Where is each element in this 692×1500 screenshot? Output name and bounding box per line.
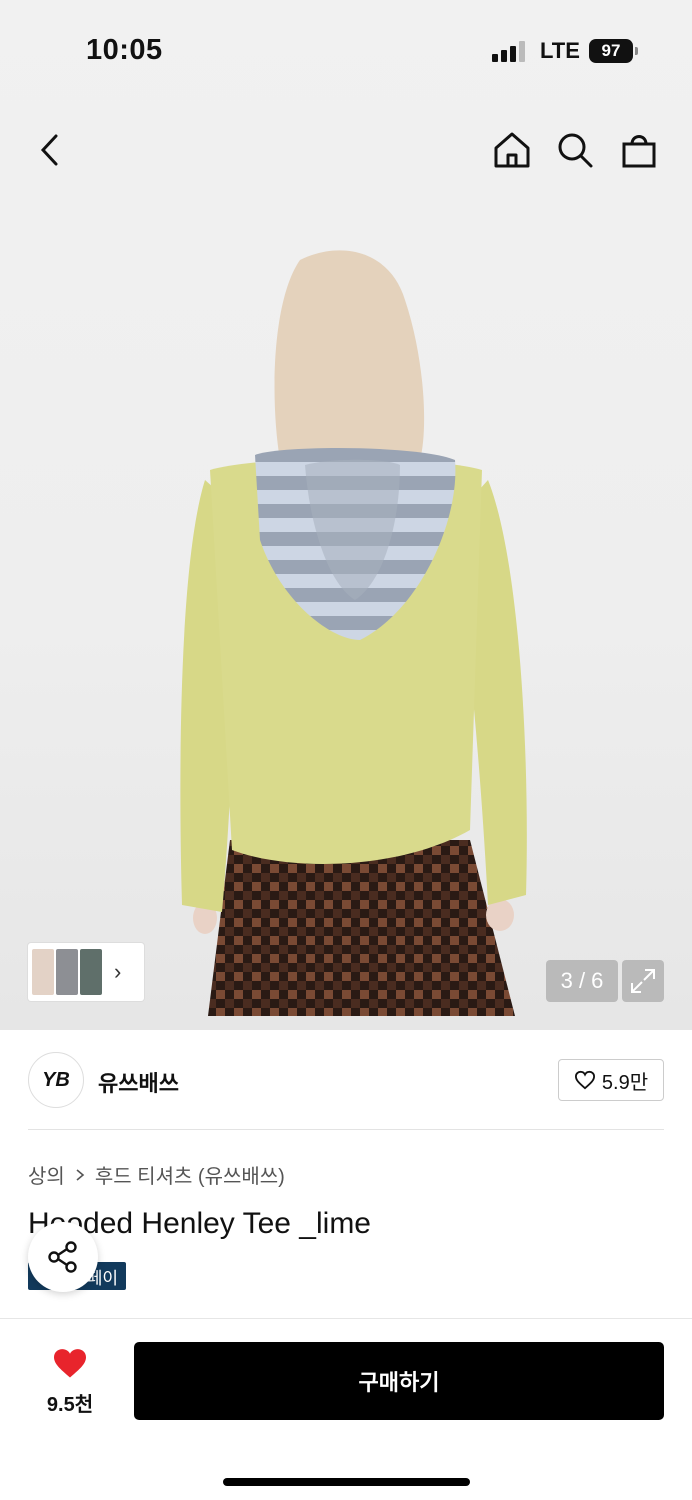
heart-filled-icon [54,1349,86,1378]
home-indicator [223,1478,470,1486]
product-image-gallery[interactable]: 10:05 LTE 97 › 3 / 6 [0,0,692,1030]
expand-button[interactable] [622,960,664,1002]
cart-button[interactable] [617,128,661,172]
buy-button[interactable]: 구매하기 [134,1342,664,1420]
home-icon [494,132,530,168]
thumbnail[interactable] [56,949,78,995]
status-time: 10:05 [86,34,163,66]
back-button[interactable] [28,128,72,172]
brand-like-count: 5.9만 [601,1071,649,1094]
wish-button[interactable]: 9.5천 [28,1347,112,1417]
chevron-right-icon [76,1168,85,1181]
expand-icon [631,969,655,993]
thumbnail[interactable] [80,949,102,995]
status-bar: 10:05 LTE 97 [0,0,692,100]
battery-icon: 97 [589,39,638,63]
chevron-right-icon: › [114,959,122,984]
shopping-bag-icon [622,135,656,168]
bottom-action-bar: 9.5천 구매하기 [0,1318,692,1500]
breadcrumb-subcategory[interactable]: 후드 티셔츠 (유쓰배쓰) [95,1160,285,1189]
wish-count: 9.5천 [46,1394,94,1416]
home-button[interactable] [490,128,534,172]
breadcrumb-category[interactable]: 상의 [28,1160,65,1189]
search-icon [558,133,593,168]
share-button[interactable] [28,1222,98,1292]
divider [28,1129,664,1130]
heart-outline-icon [574,1070,595,1090]
brand-row[interactable]: YB 유쓰배쓰 5.9만 [28,1052,664,1108]
image-counter: 3 / 6 [546,960,618,1002]
share-icon [48,1241,77,1273]
signal-icon [492,40,528,62]
thumbnail[interactable] [32,949,54,995]
search-button[interactable] [553,128,597,172]
brand-like-button[interactable]: 5.9만 [558,1059,664,1101]
chevron-left-icon [40,134,58,166]
brand-name[interactable]: 유쓰배쓰 [98,1066,179,1098]
thumbnail-strip[interactable]: › [28,943,144,1001]
brand-logo[interactable]: YB [28,1052,84,1108]
network-label: LTE [540,38,580,63]
breadcrumb: 상의 후드 티셔츠 (유쓰배쓰) [28,1160,285,1189]
